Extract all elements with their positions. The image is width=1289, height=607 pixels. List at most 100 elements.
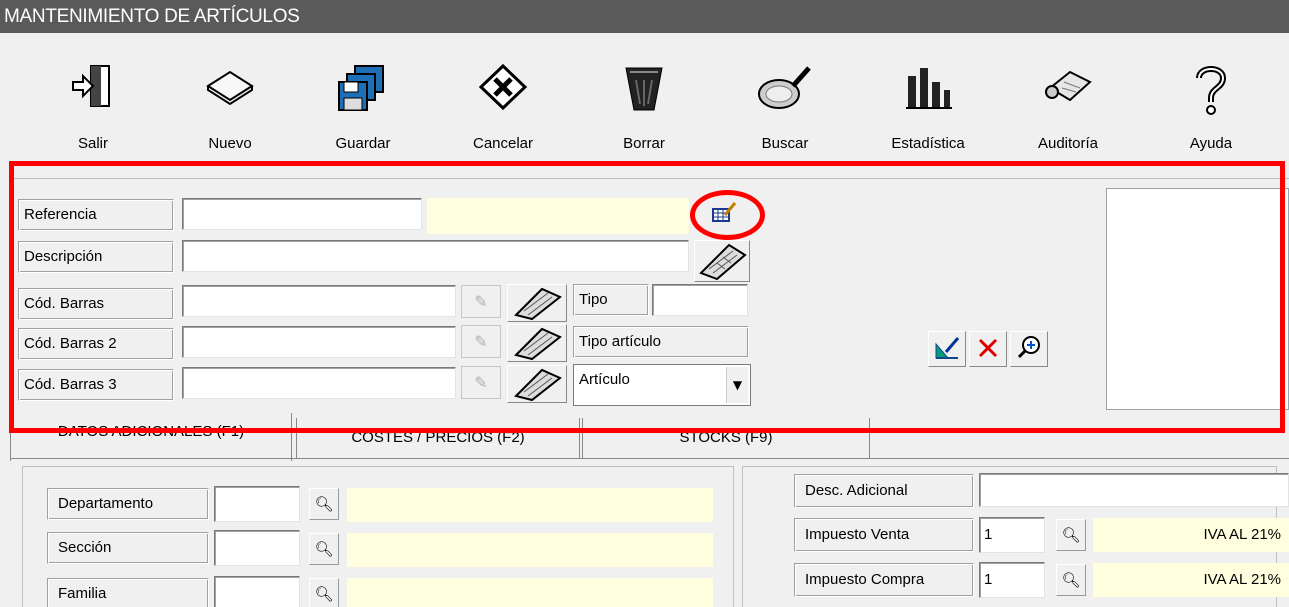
search-label: Buscar: [761, 135, 809, 152]
keyboard-icon: [695, 243, 749, 285]
search-icon: 🔍︎: [314, 585, 334, 603]
impuesto-compra-desc-text: IVA AL 21%: [1203, 571, 1281, 588]
impuesto-compra-value: 1: [984, 571, 993, 588]
keyboard-icon: [508, 287, 566, 325]
new-button[interactable]: Nuevo: [182, 62, 278, 162]
exit-door-icon: [45, 62, 141, 110]
impuesto-compra-label: Impuesto Compra: [794, 563, 974, 597]
help-question-icon: [1163, 62, 1259, 116]
search-button[interactable]: Buscar: [737, 62, 833, 162]
departamento-description: [347, 488, 713, 522]
tipo-articulo-selected: Artículo: [579, 371, 630, 388]
seccion-label: Sección: [47, 532, 209, 564]
descripcion-input[interactable]: [182, 240, 689, 272]
help-button[interactable]: Ayuda: [1163, 62, 1259, 162]
tipo-input[interactable]: [652, 284, 748, 316]
save-label: Guardar: [335, 135, 391, 152]
edit-image-icon: [932, 337, 962, 366]
tipo-label: Tipo: [573, 284, 649, 316]
tab-costes-precios-label: COSTES / PRECIOS (F2): [351, 429, 525, 446]
cod-barras-input[interactable]: [182, 285, 456, 317]
pencil-icon: ✎: [474, 332, 488, 351]
seccion-input[interactable]: [214, 530, 300, 566]
impuesto-venta-input[interactable]: 1: [979, 517, 1045, 553]
departamento-input[interactable]: [214, 486, 300, 522]
tab-costes-precios[interactable]: COSTES / PRECIOS (F2): [296, 418, 580, 458]
bar-chart-icon: [880, 62, 976, 114]
search-icon: 🔍︎: [314, 540, 334, 558]
pencil-icon: ✎: [474, 373, 488, 392]
cod-barras3-label: Cód. Barras 3: [18, 369, 174, 401]
impuesto-compra-search-button[interactable]: 🔍︎: [1056, 564, 1086, 596]
referencia-input[interactable]: [182, 198, 422, 230]
descripcion-keyboard-button[interactable]: [694, 240, 750, 282]
tab-datos-adicionales[interactable]: DATOS ADICIONALES (F1): [10, 413, 292, 461]
departamento-label: Departamento: [47, 488, 209, 520]
search-icon: 🔍︎: [1061, 526, 1081, 544]
new-label: Nuevo: [208, 135, 252, 152]
descripcion-label: Descripción: [18, 241, 174, 273]
seccion-search-button[interactable]: 🔍︎: [309, 533, 339, 565]
cod-barras2-label: Cód. Barras 2: [18, 328, 174, 360]
impuesto-venta-value: 1: [984, 526, 993, 543]
keyboard-icon: [508, 368, 566, 406]
edit-image-button[interactable]: [928, 331, 966, 367]
zoom-image-button[interactable]: [1010, 331, 1048, 367]
cod-barras3-edit-button[interactable]: ✎: [461, 366, 501, 399]
tab-stocks[interactable]: STOCKS (F9): [582, 418, 870, 458]
cod-barras2-input[interactable]: [182, 326, 456, 358]
cancel-label: Cancelar: [472, 135, 534, 152]
cod-barras-edit-button[interactable]: ✎: [461, 285, 501, 318]
save-disks-icon: [315, 62, 411, 114]
search-icon: 🔍︎: [314, 495, 334, 513]
departamento-search-button[interactable]: 🔍︎: [309, 488, 339, 520]
familia-search-button[interactable]: 🔍︎: [309, 578, 339, 607]
impuesto-venta-search-button[interactable]: 🔍︎: [1056, 519, 1086, 551]
cancel-x-icon: [455, 62, 551, 112]
seccion-description: [347, 533, 713, 567]
keyboard-icon: [508, 327, 566, 365]
desc-adicional-label: Desc. Adicional: [794, 474, 974, 508]
familia-label: Familia: [47, 578, 209, 607]
impuesto-compra-input[interactable]: 1: [979, 562, 1045, 598]
tipo-articulo-select[interactable]: Artículo ▼: [573, 364, 751, 406]
cod-barras3-input[interactable]: [182, 367, 456, 399]
impuesto-venta-description: IVA AL 21%: [1093, 518, 1289, 552]
familia-description: [347, 578, 713, 607]
tab-datos-adicionales-label: DATOS ADICIONALES (F1): [57, 423, 245, 440]
exit-button[interactable]: Salir: [45, 62, 141, 162]
red-x-icon: [973, 338, 1003, 366]
referencia-description: [427, 198, 689, 234]
referencia-label: Referencia: [18, 199, 174, 231]
pencil-icon: ✎: [474, 292, 488, 311]
delete-label: Borrar: [623, 135, 665, 152]
article-image-box: [1106, 188, 1289, 410]
trash-bin-icon: [596, 62, 692, 114]
delete-image-button[interactable]: [969, 331, 1007, 367]
search-icon: 🔍︎: [1061, 571, 1081, 589]
delete-button[interactable]: Borrar: [596, 62, 692, 162]
audit-button[interactable]: Auditoría: [1020, 62, 1116, 162]
familia-input[interactable]: [214, 576, 300, 607]
impuesto-venta-label: Impuesto Venta: [794, 518, 974, 552]
chevron-down-icon[interactable]: ▼: [726, 367, 748, 403]
statistics-button[interactable]: Estadística: [880, 62, 976, 162]
zoom-in-icon: [1014, 336, 1044, 366]
cod-barras2-keyboard-button[interactable]: [507, 324, 567, 362]
tipo-articulo-label: Tipo artículo: [573, 326, 749, 358]
edit-table-button[interactable]: [704, 201, 744, 231]
help-label: Ayuda: [1189, 135, 1233, 152]
audit-label: Auditoría: [1037, 135, 1099, 152]
cod-barras2-edit-button[interactable]: ✎: [461, 325, 501, 358]
cod-barras-keyboard-button[interactable]: [507, 284, 567, 322]
desc-adicional-input[interactable]: [979, 473, 1289, 507]
exit-label: Salir: [77, 135, 108, 152]
statistics-label: Estadística: [891, 135, 965, 152]
window-title: MANTENIMIENTO DE ARTÍCULOS: [0, 0, 1289, 33]
audit-scroll-icon: [1020, 62, 1116, 110]
cod-barras3-keyboard-button[interactable]: [507, 365, 567, 403]
magnifier-icon: [737, 62, 833, 116]
save-button[interactable]: Guardar: [315, 62, 411, 162]
cancel-button[interactable]: Cancelar: [455, 62, 551, 162]
edit-table-icon: [711, 202, 737, 229]
